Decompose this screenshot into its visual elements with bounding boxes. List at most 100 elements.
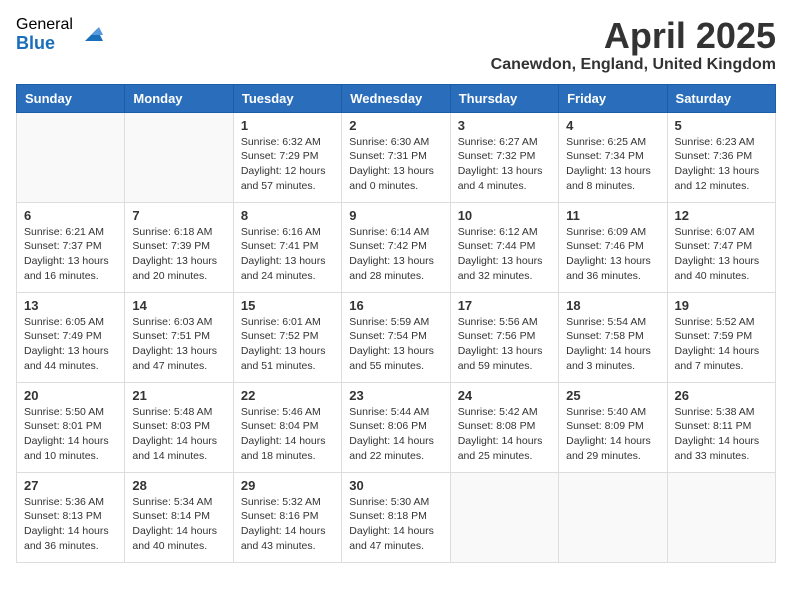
day-of-week-sunday: Sunday: [17, 84, 125, 112]
calendar-cell: 2Sunrise: 6:30 AM Sunset: 7:31 PM Daylig…: [342, 112, 450, 202]
day-number: 2: [349, 118, 442, 133]
day-info: Sunrise: 6:32 AM Sunset: 7:29 PM Dayligh…: [241, 135, 334, 194]
day-info: Sunrise: 6:07 AM Sunset: 7:47 PM Dayligh…: [675, 225, 768, 284]
logo-blue: Blue: [16, 34, 73, 54]
day-number: 24: [458, 388, 551, 403]
logo-general: General: [16, 16, 73, 34]
day-info: Sunrise: 5:32 AM Sunset: 8:16 PM Dayligh…: [241, 495, 334, 554]
day-info: Sunrise: 5:38 AM Sunset: 8:11 PM Dayligh…: [675, 405, 768, 464]
day-number: 25: [566, 388, 659, 403]
logo: General Blue: [16, 16, 105, 53]
calendar-week-2: 6 Sunrise: 6:21 AM Sunset: 7:37 PM Daylig…: [17, 202, 776, 292]
day-number: 12: [675, 208, 768, 223]
calendar-cell: 6 Sunrise: 6:21 AM Sunset: 7:37 PM Daylig…: [17, 202, 125, 292]
calendar-week-1: 1 Sunrise: 6:32 AM Sunset: 7:29 PM Daylig…: [17, 112, 776, 202]
day-number: 4: [566, 118, 659, 133]
day-info: Sunrise: 6:01 AM Sunset: 7:52 PM Dayligh…: [241, 315, 334, 374]
day-info: Sunrise: 6:16 AM Sunset: 7:41 PM Dayligh…: [241, 225, 334, 284]
day-number: 21: [132, 388, 225, 403]
day-of-week-wednesday: Wednesday: [342, 84, 450, 112]
day-info: Sunrise: 5:30 AM Sunset: 8:18 PM Dayligh…: [349, 495, 442, 554]
logo-text: General Blue: [16, 16, 73, 53]
calendar-cell: 14Sunrise: 6:03 AM Sunset: 7:51 PM Dayli…: [125, 292, 233, 382]
calendar-cell: 28 Sunrise: 5:34 AM Sunset: 8:14 PM Dayli…: [125, 472, 233, 562]
calendar-cell: 29 Sunrise: 5:32 AM Sunset: 8:16 PM Dayli…: [233, 472, 341, 562]
day-number: 1: [241, 118, 334, 133]
day-info: Sunrise: 6:14 AM Sunset: 7:42 PM Dayligh…: [349, 225, 442, 284]
calendar-cell: 18Sunrise: 5:54 AM Sunset: 7:58 PM Dayli…: [559, 292, 667, 382]
day-info: Sunrise: 6:25 AM Sunset: 7:34 PM Dayligh…: [566, 135, 659, 194]
calendar-cell: 1 Sunrise: 6:32 AM Sunset: 7:29 PM Daylig…: [233, 112, 341, 202]
day-info: Sunrise: 5:48 AM Sunset: 8:03 PM Dayligh…: [132, 405, 225, 464]
day-info: Sunrise: 6:27 AM Sunset: 7:32 PM Dayligh…: [458, 135, 551, 194]
day-number: 11: [566, 208, 659, 223]
calendar-cell: 5 Sunrise: 6:23 AM Sunset: 7:36 PM Daylig…: [667, 112, 775, 202]
day-of-week-saturday: Saturday: [667, 84, 775, 112]
day-of-week-monday: Monday: [125, 84, 233, 112]
calendar-cell: 20Sunrise: 5:50 AM Sunset: 8:01 PM Dayli…: [17, 382, 125, 472]
day-number: 9: [349, 208, 442, 223]
calendar-cell: 8 Sunrise: 6:16 AM Sunset: 7:41 PM Daylig…: [233, 202, 341, 292]
day-number: 3: [458, 118, 551, 133]
day-info: Sunrise: 6:05 AM Sunset: 7:49 PM Dayligh…: [24, 315, 117, 374]
day-info: Sunrise: 6:23 AM Sunset: 7:36 PM Dayligh…: [675, 135, 768, 194]
calendar-cell: 15 Sunrise: 6:01 AM Sunset: 7:52 PM Dayli…: [233, 292, 341, 382]
day-number: 30: [349, 478, 442, 493]
title-section: April 2025 Canewdon, England, United Kin…: [491, 16, 776, 74]
day-of-week-tuesday: Tuesday: [233, 84, 341, 112]
day-number: 28: [132, 478, 225, 493]
calendar-cell: 3 Sunrise: 6:27 AM Sunset: 7:32 PM Daylig…: [450, 112, 558, 202]
day-info: Sunrise: 6:21 AM Sunset: 7:37 PM Dayligh…: [24, 225, 117, 284]
day-number: 13: [24, 298, 117, 313]
day-info: Sunrise: 6:18 AM Sunset: 7:39 PM Dayligh…: [132, 225, 225, 284]
day-of-week-thursday: Thursday: [450, 84, 558, 112]
day-info: Sunrise: 5:52 AM Sunset: 7:59 PM Dayligh…: [675, 315, 768, 374]
calendar-cell: 22 Sunrise: 5:46 AM Sunset: 8:04 PM Dayli…: [233, 382, 341, 472]
calendar-cell: 25 Sunrise: 5:40 AM Sunset: 8:09 PM Dayli…: [559, 382, 667, 472]
day-number: 7: [132, 208, 225, 223]
day-info: Sunrise: 5:46 AM Sunset: 8:04 PM Dayligh…: [241, 405, 334, 464]
calendar-table: SundayMondayTuesdayWednesdayThursdayFrid…: [16, 84, 776, 563]
day-info: Sunrise: 6:12 AM Sunset: 7:44 PM Dayligh…: [458, 225, 551, 284]
calendar-cell: 11 Sunrise: 6:09 AM Sunset: 7:46 PM Dayli…: [559, 202, 667, 292]
day-info: Sunrise: 5:59 AM Sunset: 7:54 PM Dayligh…: [349, 315, 442, 374]
calendar-cell: 7 Sunrise: 6:18 AM Sunset: 7:39 PM Daylig…: [125, 202, 233, 292]
day-number: 10: [458, 208, 551, 223]
calendar-cell: [450, 472, 558, 562]
day-number: 17: [458, 298, 551, 313]
day-number: 27: [24, 478, 117, 493]
day-number: 29: [241, 478, 334, 493]
day-info: Sunrise: 6:09 AM Sunset: 7:46 PM Dayligh…: [566, 225, 659, 284]
calendar-cell: [559, 472, 667, 562]
day-of-week-friday: Friday: [559, 84, 667, 112]
calendar-header-row: SundayMondayTuesdayWednesdayThursdayFrid…: [17, 84, 776, 112]
day-number: 8: [241, 208, 334, 223]
calendar-cell: 9 Sunrise: 6:14 AM Sunset: 7:42 PM Daylig…: [342, 202, 450, 292]
day-number: 16: [349, 298, 442, 313]
logo-icon: [77, 21, 105, 49]
day-info: Sunrise: 5:36 AM Sunset: 8:13 PM Dayligh…: [24, 495, 117, 554]
calendar-cell: 26Sunrise: 5:38 AM Sunset: 8:11 PM Dayli…: [667, 382, 775, 472]
day-number: 6: [24, 208, 117, 223]
day-info: Sunrise: 5:34 AM Sunset: 8:14 PM Dayligh…: [132, 495, 225, 554]
calendar-cell: 27 Sunrise: 5:36 AM Sunset: 8:13 PM Dayli…: [17, 472, 125, 562]
calendar-cell: 10 Sunrise: 6:12 AM Sunset: 7:44 PM Dayli…: [450, 202, 558, 292]
day-info: Sunrise: 5:54 AM Sunset: 7:58 PM Dayligh…: [566, 315, 659, 374]
day-info: Sunrise: 5:56 AM Sunset: 7:56 PM Dayligh…: [458, 315, 551, 374]
calendar-cell: 17 Sunrise: 5:56 AM Sunset: 7:56 PM Dayli…: [450, 292, 558, 382]
day-number: 5: [675, 118, 768, 133]
calendar-cell: 21 Sunrise: 5:48 AM Sunset: 8:03 PM Dayli…: [125, 382, 233, 472]
calendar-cell: 30 Sunrise: 5:30 AM Sunset: 8:18 PM Dayli…: [342, 472, 450, 562]
calendar-cell: 19Sunrise: 5:52 AM Sunset: 7:59 PM Dayli…: [667, 292, 775, 382]
location: Canewdon, England, United Kingdom: [491, 56, 776, 74]
calendar-week-5: 27 Sunrise: 5:36 AM Sunset: 8:13 PM Dayli…: [17, 472, 776, 562]
calendar-cell: 12 Sunrise: 6:07 AM Sunset: 7:47 PM Dayli…: [667, 202, 775, 292]
day-number: 20: [24, 388, 117, 403]
day-number: 15: [241, 298, 334, 313]
day-info: Sunrise: 5:44 AM Sunset: 8:06 PM Dayligh…: [349, 405, 442, 464]
calendar-cell: [17, 112, 125, 202]
calendar-cell: 4 Sunrise: 6:25 AM Sunset: 7:34 PM Daylig…: [559, 112, 667, 202]
day-number: 22: [241, 388, 334, 403]
calendar-cell: [667, 472, 775, 562]
day-info: Sunrise: 5:40 AM Sunset: 8:09 PM Dayligh…: [566, 405, 659, 464]
